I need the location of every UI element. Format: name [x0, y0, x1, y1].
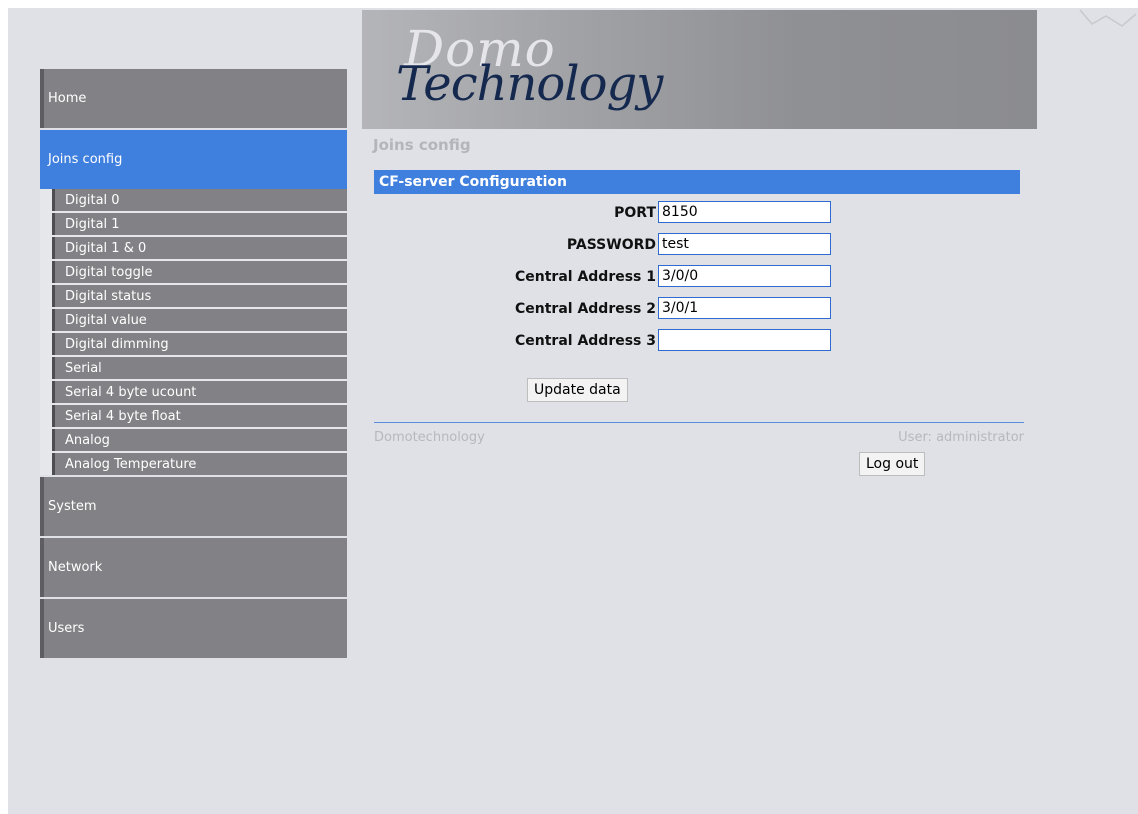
submenu-item-label: Digital 1: [65, 216, 120, 232]
submenu-item-digital-dimming[interactable]: Digital dimming: [52, 333, 347, 355]
submenu-item-digital-0[interactable]: Digital 0: [52, 189, 347, 211]
central-address-2-label: Central Address 2: [514, 301, 656, 317]
logo-technology: Technology: [396, 56, 663, 112]
central-address-1-label: Central Address 1: [514, 269, 656, 285]
footer-brand: Domotechnology: [374, 430, 485, 445]
log-out-button[interactable]: Log out: [859, 452, 926, 476]
submenu-item-label: Digital status: [65, 288, 152, 304]
password-input[interactable]: [658, 233, 831, 255]
central-address-3-label: Central Address 3: [514, 333, 656, 349]
submenu-item-serial-4-byte-ucount[interactable]: Serial 4 byte ucount: [52, 381, 347, 403]
submenu-item-label: Digital 0: [65, 192, 120, 208]
submenu-item-label: Serial 4 byte float: [65, 408, 181, 424]
sidebar-item-users[interactable]: Users: [40, 599, 347, 658]
submenu-item-label: Analog: [65, 432, 110, 448]
sidebar-item-home[interactable]: Home: [40, 69, 347, 128]
sidebar-item-label: Home: [48, 91, 87, 106]
header-banner: Domo Technology: [362, 10, 1037, 129]
corner-decoration-icon: [1079, 9, 1137, 27]
section-header: CF-server Configuration: [374, 170, 1020, 194]
submenu-item-label: Digital value: [65, 312, 147, 328]
page: Domo Technology Home Joins config Digita…: [8, 8, 1138, 814]
form-row-central-address-1: Central Address 1: [374, 265, 874, 289]
joins-config-submenu: Digital 0 Digital 1 Digital 1 & 0 Digita…: [40, 189, 347, 475]
submenu-item-label: Digital toggle: [65, 264, 153, 280]
submenu-item-digital-toggle[interactable]: Digital toggle: [52, 261, 347, 283]
form-row-password: PASSWORD: [374, 233, 874, 257]
sidebar-item-label: Network: [48, 560, 103, 575]
port-input[interactable]: [658, 201, 831, 223]
central-address-2-input[interactable]: [658, 297, 831, 319]
port-label: PORT: [614, 205, 656, 221]
submenu-item-digital-1[interactable]: Digital 1: [52, 213, 347, 235]
sidebar-item-system[interactable]: System: [40, 477, 347, 536]
submenu-item-label: Digital 1 & 0: [65, 240, 147, 256]
current-user-label: User: administrator: [898, 430, 1024, 445]
submenu-item-label: Analog Temperature: [65, 456, 197, 472]
sidebar-item-label: Users: [48, 621, 85, 636]
page-title: Joins config: [373, 136, 471, 154]
submenu-item-label: Serial: [65, 360, 102, 376]
form-row-central-address-3: Central Address 3: [374, 329, 874, 353]
submenu-item-serial-4-byte-float[interactable]: Serial 4 byte float: [52, 405, 347, 427]
submenu-item-label: Serial 4 byte ucount: [65, 384, 197, 400]
central-address-3-input[interactable]: [658, 329, 831, 351]
update-data-button[interactable]: Update data: [527, 378, 628, 402]
submenu-item-analog[interactable]: Analog: [52, 429, 347, 451]
sidebar-item-joins-config[interactable]: Joins config: [40, 130, 347, 189]
logo: Domo Technology: [396, 16, 696, 116]
submenu-item-digital-status[interactable]: Digital status: [52, 285, 347, 307]
central-address-1-input[interactable]: [658, 265, 831, 287]
sidebar-item-network[interactable]: Network: [40, 538, 347, 597]
sidebar-nav: Home Joins config Digital 0 Digital 1 Di…: [40, 69, 347, 660]
submenu-item-serial[interactable]: Serial: [52, 357, 347, 379]
section-title: CF-server Configuration: [379, 174, 568, 190]
submenu-item-digital-value[interactable]: Digital value: [52, 309, 347, 331]
form-row-central-address-2: Central Address 2: [374, 297, 874, 321]
divider: [374, 422, 1024, 423]
form-row-port: PORT: [374, 201, 874, 225]
submenu-item-label: Digital dimming: [65, 336, 169, 352]
sidebar-item-label: System: [48, 499, 97, 514]
password-label: PASSWORD: [566, 237, 656, 253]
submenu-item-analog-temperature[interactable]: Analog Temperature: [52, 453, 347, 475]
sidebar-item-label: Joins config: [48, 152, 123, 167]
submenu-item-digital-1-0[interactable]: Digital 1 & 0: [52, 237, 347, 259]
